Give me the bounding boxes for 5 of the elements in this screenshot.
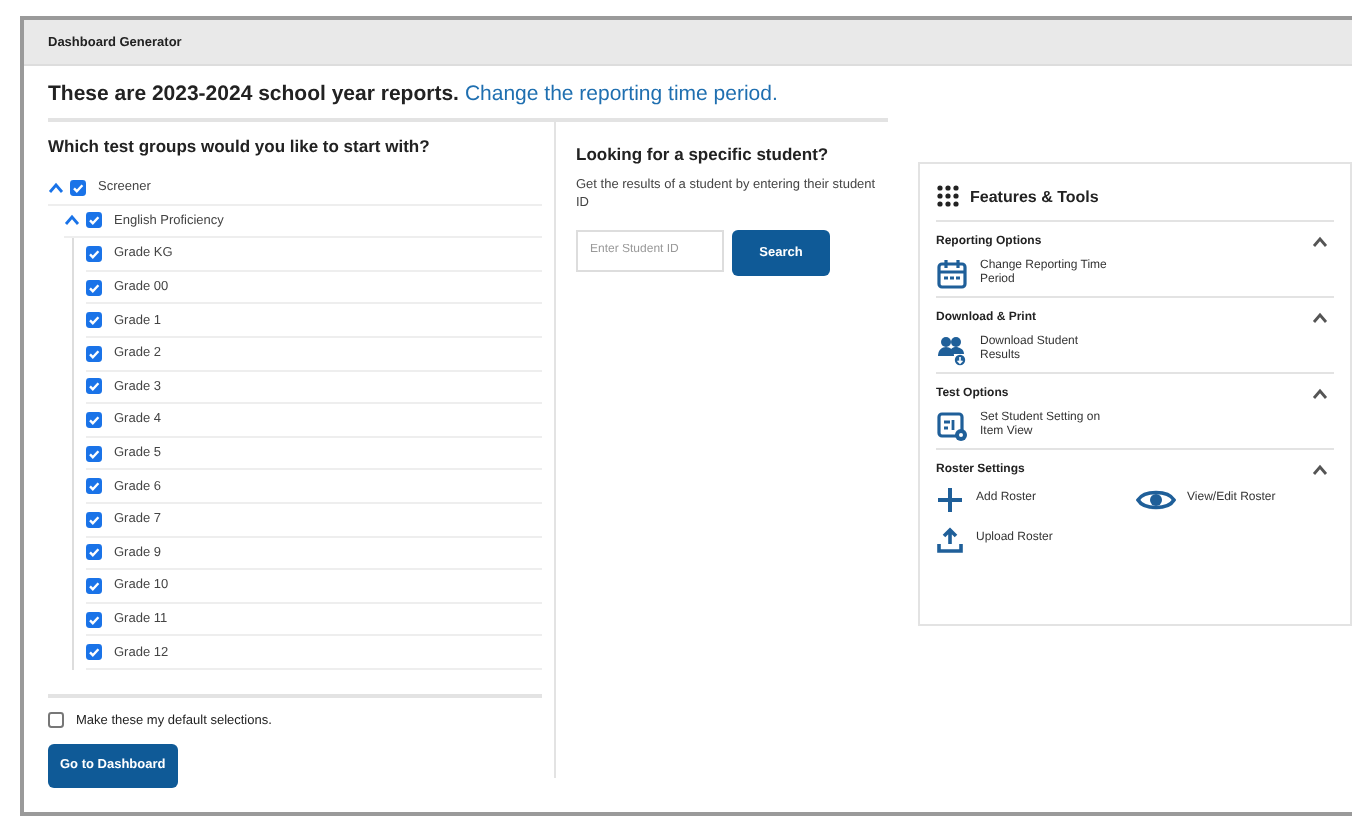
panel-title: Features & Tools: [970, 187, 1099, 205]
section-heading: Which test groups would you like to start with?: [48, 134, 432, 160]
headline-text: These are 2023-2024 school year reports.: [48, 82, 459, 106]
change-period-link[interactable]: Change the reporting time period.: [464, 82, 778, 106]
section-heading: Looking for a specific student?: [576, 142, 831, 168]
